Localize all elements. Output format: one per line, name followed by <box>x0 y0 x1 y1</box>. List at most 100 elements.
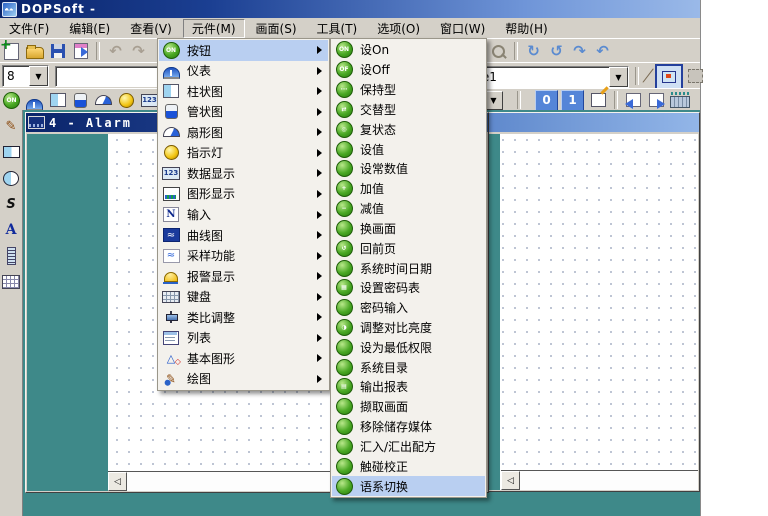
export-icon-button[interactable] <box>69 40 92 62</box>
state-0-button[interactable]: 0 <box>535 90 558 111</box>
menu-item-管状图[interactable]: 管状图 <box>159 102 328 123</box>
submenu-item-设On[interactable]: ON设On <box>332 40 485 60</box>
rotate-left-icon-button[interactable]: ↺ <box>545 40 568 62</box>
flip-horizontal-icon-button[interactable]: ↷ <box>568 40 591 62</box>
menu-item-曲线图[interactable]: ≈曲线图 <box>159 225 328 246</box>
screen-window-secondary[interactable]: ◁ <box>483 112 700 492</box>
zoom-icon-button[interactable] <box>487 40 510 62</box>
menu-item-label: 报警显示 <box>187 268 310 285</box>
curve-tool-button[interactable]: S <box>1 194 21 214</box>
scale-tool-button[interactable] <box>1 246 21 266</box>
font-size-combo[interactable]: 8 ▼ <box>2 65 49 87</box>
menu-item-图形显示[interactable]: 图形显示 <box>159 184 328 205</box>
pipe-graph-icon <box>165 104 178 119</box>
menu-item-类比调整[interactable]: 类比调整 <box>159 307 328 328</box>
menu-item-5[interactable]: 画面(S) <box>247 19 306 38</box>
submenu-item-设为最低权限[interactable]: 设为最低权限 <box>332 337 485 357</box>
submenu-item-复状态[interactable]: ◎复状态 <box>332 119 485 139</box>
submenu-item-输出报表[interactable]: ▤输出报表 <box>332 377 485 397</box>
prev-screen-icon-button[interactable] <box>622 89 645 111</box>
submenu-item-语系切换[interactable]: 语系切换 <box>332 476 485 496</box>
alarm-screen-page[interactable] <box>27 134 108 491</box>
menu-item-柱状图[interactable]: 柱状图 <box>159 81 328 102</box>
submenu-item-减值[interactable]: −减值 <box>332 199 485 219</box>
submenu-item-设常数值[interactable]: 设常数值 <box>332 159 485 179</box>
open-file-icon-button[interactable] <box>23 40 46 62</box>
submenu-item-回前页[interactable]: ↺回前页 <box>332 238 485 258</box>
menu-item-3[interactable]: 查看(V) <box>121 19 181 38</box>
bar-element-icon-button[interactable] <box>46 89 69 111</box>
menu-item-6[interactable]: 工具(T) <box>308 19 367 38</box>
undo-icon-button[interactable]: ↶ <box>104 40 127 62</box>
edit-canvas[interactable]: ◁ <box>485 134 698 490</box>
meter-element-icon-button[interactable] <box>23 89 46 111</box>
selection-mode-button[interactable] <box>684 65 707 87</box>
submenu-item-设Off[interactable]: OF设Off <box>332 60 485 80</box>
menu-item-数据显示[interactable]: 123数据显示 <box>159 163 328 184</box>
menu-item-8[interactable]: 窗口(W) <box>431 19 494 38</box>
menu-item-扇形图[interactable]: 扇形图 <box>159 122 328 143</box>
submenu-item-设置密码表[interactable]: ▦设置密码表 <box>332 278 485 298</box>
pipe-element-icon-button[interactable] <box>69 89 92 111</box>
ellipse-tool-button[interactable] <box>1 168 21 188</box>
menu-item-采样功能[interactable]: ≈采样功能 <box>159 245 328 266</box>
button-element-icon-button[interactable]: ON <box>0 89 23 111</box>
save-icon-button[interactable] <box>46 40 69 62</box>
rotate-right-icon-button[interactable]: ↻ <box>522 40 545 62</box>
menu-item-绘图[interactable]: ✎绘图 <box>159 369 328 390</box>
submenu-item-汇入/汇出配方[interactable]: 汇入/汇出配方 <box>332 437 485 457</box>
menu-item-仪表[interactable]: 仪表 <box>159 61 328 82</box>
state-1-button[interactable]: 1 <box>561 90 584 111</box>
state-edit-icon-button[interactable] <box>587 89 610 111</box>
table-tool-button[interactable] <box>1 272 21 292</box>
menu-item-1[interactable]: 文件(F) <box>0 19 58 38</box>
chevron-down-icon[interactable]: ▼ <box>609 67 628 87</box>
menu-item-键盘[interactable]: 键盘 <box>159 286 328 307</box>
submenu-item-设值[interactable]: 设值 <box>332 139 485 159</box>
next-screen-icon-button[interactable] <box>645 89 668 111</box>
title-bar[interactable]: DOPSoft - <box>0 0 700 18</box>
hmi-screen-icon <box>28 116 45 129</box>
rectangle-tool-button[interactable] <box>1 142 21 162</box>
menu-item-9[interactable]: 帮助(H) <box>496 19 556 38</box>
submenu-item-换画面[interactable]: 换画面 <box>332 218 485 238</box>
menu-item-7[interactable]: 选项(O) <box>368 19 429 38</box>
submenu-item-label: 调整对比亮度 <box>360 319 485 336</box>
menu-item-输入[interactable]: N输入 <box>159 204 328 225</box>
picture-mode-button[interactable] <box>655 64 683 90</box>
submenu-item-移除储存媒体[interactable]: 移除储存媒体 <box>332 417 485 437</box>
menu-item-按钮[interactable]: ON按钮 <box>159 40 328 61</box>
submenu-item-触碰校正[interactable]: 触碰校正 <box>332 456 485 476</box>
submenu-item-撷取画面[interactable]: 撷取画面 <box>332 397 485 417</box>
menu-item-基本图形[interactable]: △基本图形 <box>159 348 328 369</box>
submenu-item-密码输入[interactable]: 密码输入 <box>332 298 485 318</box>
menu-item-列表[interactable]: 列表 <box>159 327 328 348</box>
redo-icon-button[interactable]: ↷ <box>127 40 150 62</box>
scroll-left-button[interactable]: ◁ <box>108 472 127 491</box>
chevron-down-icon[interactable]: ▼ <box>29 66 48 86</box>
horizontal-scrollbar[interactable]: ◁ <box>501 470 698 490</box>
submenu-item-加值[interactable]: +加值 <box>332 179 485 199</box>
keypad-icon-button[interactable] <box>668 89 691 111</box>
submenu-item-系统时间日期[interactable]: 系统时间日期 <box>332 258 485 278</box>
submenu-item-调整对比亮度[interactable]: ◑调整对比亮度 <box>332 318 485 338</box>
flip-vertical-icon-button[interactable]: ↶ <box>591 40 614 62</box>
pencil-tool-button[interactable]: ✎ <box>1 116 21 136</box>
rectangle-tool-icon <box>3 146 20 158</box>
indicator-lamp-icon-button[interactable] <box>115 89 138 111</box>
scroll-left-button[interactable]: ◁ <box>501 471 520 490</box>
pie-element-icon-button[interactable] <box>92 89 115 111</box>
new-file-icon-button[interactable] <box>0 40 23 62</box>
menu-item-2[interactable]: 编辑(E) <box>60 19 119 38</box>
child-title-bar[interactable] <box>484 113 699 132</box>
menu-item-4[interactable]: 元件(M) <box>183 19 245 38</box>
submenu-item-系统目录[interactable]: 系统目录 <box>332 357 485 377</box>
submenu-item-交替型[interactable]: ⇄交替型 <box>332 99 485 119</box>
text-tool-button[interactable]: A <box>1 220 21 240</box>
submenu-item-label: 回前页 <box>360 240 485 257</box>
menu-item-指示灯[interactable]: 指示灯 <box>159 143 328 164</box>
submenu-item-保持型[interactable]: ···保持型 <box>332 80 485 100</box>
menu-item-报警显示[interactable]: 报警显示 <box>159 266 328 287</box>
rotate-right-icon: ↻ <box>527 42 540 60</box>
rotate-left-icon: ↺ <box>550 42 563 60</box>
